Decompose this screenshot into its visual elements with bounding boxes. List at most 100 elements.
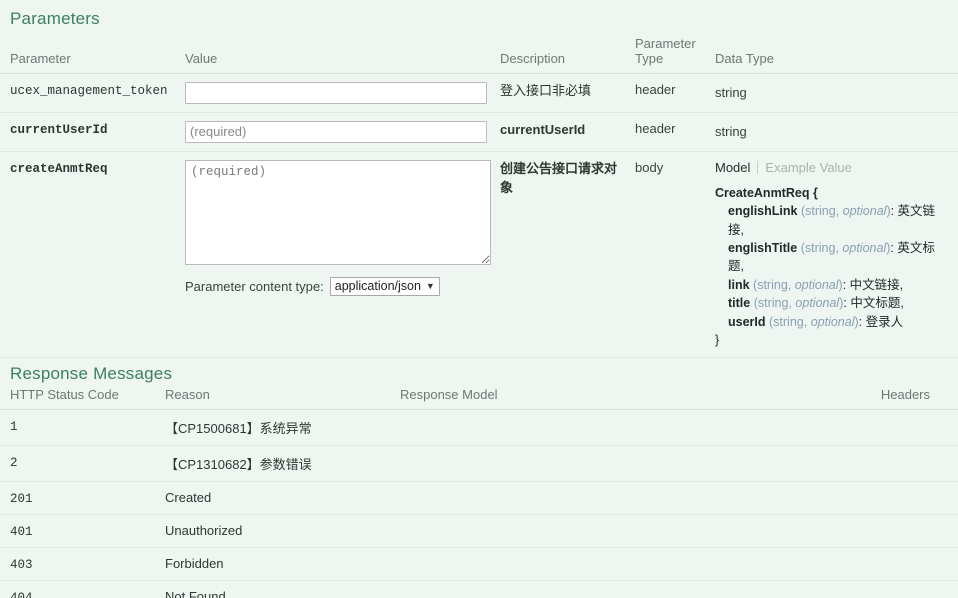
status-code-cell: 2 — [0, 445, 155, 483]
response-model-cell — [390, 409, 720, 447]
column-header-description: Description — [490, 35, 625, 74]
model-property-key: englishLink — [728, 204, 798, 219]
parameter-datatype-cell: string — [705, 112, 958, 152]
model-property: englishLink (string, optional): 英文链接, — [715, 202, 950, 239]
status-code: 403 — [10, 558, 33, 573]
table-row: 403 Forbidden — [0, 547, 958, 582]
column-header-response-model: Response Model — [390, 386, 720, 411]
table-row: currentUserId currentUserId header strin… — [0, 112, 958, 152]
chevron-down-icon: ▼ — [425, 281, 435, 292]
status-code-cell: 401 — [0, 514, 155, 549]
response-model-cell — [390, 514, 720, 549]
tab-model[interactable]: Model — [715, 160, 750, 175]
parameter-description: 登入接口非必填 — [500, 82, 592, 98]
tab-example-value[interactable]: Example Value — [765, 160, 851, 175]
model-property: userId (string, optional): 登录人 — [715, 313, 950, 331]
parameter-value-cell: Parameter content type: application/json… — [175, 151, 491, 359]
reason-cell: 【CP1310682】参数错误 — [155, 445, 390, 483]
parameter-description: 创建公告接口请求对象 — [500, 160, 618, 195]
response-model-cell — [390, 580, 720, 598]
model-name: CreateAnmtReq — [715, 185, 810, 200]
parameter-type-cell: body — [625, 151, 705, 359]
table-row: 401 Unauthorized — [0, 514, 958, 549]
parameters-title: Parameters — [10, 9, 100, 28]
response-messages-table: HTTP Status Code Reason Response Model H… — [0, 386, 958, 598]
reason-text: Created — [165, 490, 212, 506]
parameter-data-type: string — [715, 123, 747, 139]
model-property-type: (string, optional) — [753, 296, 844, 311]
current-user-id-input[interactable] — [185, 120, 487, 143]
status-code: 1 — [10, 420, 18, 435]
status-code-cell: 403 — [0, 547, 155, 582]
column-header-parameter: Parameter — [0, 35, 175, 74]
model-property-key: link — [728, 277, 750, 292]
parameter-name-cell: currentUserId — [0, 112, 175, 152]
headers-cell — [720, 481, 958, 516]
model-property-type: (string, optional) — [800, 241, 891, 255]
content-type-label: Parameter content type: — [185, 278, 324, 294]
model-tab-group: Model Example Value — [715, 160, 950, 175]
model-property-desc: : 中文标题, — [843, 296, 904, 311]
column-header-data-type: Data Type — [705, 35, 958, 74]
table-row: 1 【CP1500681】系统异常 — [0, 409, 958, 447]
tab-divider — [757, 160, 759, 174]
parameters-header-row: Parameter Value Description Parameter Ty… — [0, 35, 958, 74]
parameter-content-type-select[interactable]: application/json ▼ — [329, 276, 440, 296]
status-code-cell: 404 — [0, 580, 155, 598]
headers-cell — [720, 514, 958, 549]
model-property: link (string, optional): 中文链接, — [715, 276, 950, 294]
column-header-parameter-type: Parameter Type — [625, 35, 705, 74]
headers-cell — [720, 409, 958, 447]
parameter-type: header — [635, 120, 676, 136]
headers-cell — [720, 445, 958, 483]
parameter-name-cell: createAnmtReq — [0, 151, 175, 359]
parameter-description: currentUserId — [500, 121, 586, 137]
parameter-value-cell — [175, 112, 490, 152]
parameters-table: Parameter Value Description Parameter Ty… — [0, 35, 958, 359]
model-property: title (string, optional): 中文标题, — [715, 294, 950, 312]
reason-text: Unauthorized — [165, 523, 243, 539]
parameter-type: body — [635, 159, 664, 175]
model-property: englishTitle (string, optional): 英文标题, — [715, 239, 950, 276]
model-open-brace: { — [812, 185, 818, 200]
column-header-http-status-code: HTTP Status Code — [0, 386, 155, 411]
response-model-cell — [390, 547, 720, 582]
column-header-reason: Reason — [155, 386, 390, 411]
parameter-datatype-cell: Model Example Value CreateAnmtReq { engl… — [705, 151, 958, 359]
parameter-value-cell — [175, 73, 490, 113]
content-type-value: application/json — [334, 279, 421, 294]
reason-text: Not Found — [165, 589, 226, 598]
table-row: 2 【CP1310682】参数错误 — [0, 445, 958, 483]
parameter-name: createAnmtReq — [10, 161, 108, 176]
reason-cell: 【CP1500681】系统异常 — [155, 409, 390, 447]
ucex-management-token-input[interactable] — [185, 81, 487, 104]
parameter-description-cell: 登入接口非必填 — [490, 73, 625, 113]
parameter-data-type: string — [715, 84, 747, 100]
parameter-name-cell: ucex_management_token — [0, 73, 175, 113]
model-property-type: (string, optional) — [769, 314, 859, 329]
table-row: 404 Not Found — [0, 580, 958, 598]
model-property-desc: : 中文链接, — [842, 277, 904, 292]
response-model-cell — [390, 481, 720, 516]
reason-cell: Not Found — [155, 580, 390, 598]
reason-text: 【CP1500681】系统异常 — [165, 421, 312, 437]
parameter-type: header — [635, 81, 676, 97]
status-code: 2 — [10, 456, 18, 471]
column-header-headers: Headers — [720, 386, 958, 411]
model-property-desc: : 登录人 — [858, 314, 904, 329]
model-close-brace: } — [715, 332, 720, 347]
model-property-key: englishTitle — [728, 241, 798, 255]
table-row: createAnmtReq Parameter content type: ap… — [0, 151, 958, 359]
model-property-key: userId — [728, 314, 766, 329]
model-schema: CreateAnmtReq { englishLink (string, opt… — [715, 184, 950, 349]
model-property-type: (string, optional) — [800, 204, 891, 219]
status-code: 404 — [10, 591, 33, 598]
column-header-value: Value — [175, 35, 490, 74]
swagger-operation-panel: Parameters Parameter Value Description P… — [0, 0, 958, 598]
create-anmt-req-body-textarea[interactable] — [185, 159, 491, 265]
reason-cell: Forbidden — [155, 547, 390, 582]
parameter-type-cell: header — [625, 112, 705, 152]
status-code: 401 — [10, 525, 33, 540]
parameter-type-cell: header — [625, 73, 705, 113]
headers-cell — [720, 547, 958, 582]
